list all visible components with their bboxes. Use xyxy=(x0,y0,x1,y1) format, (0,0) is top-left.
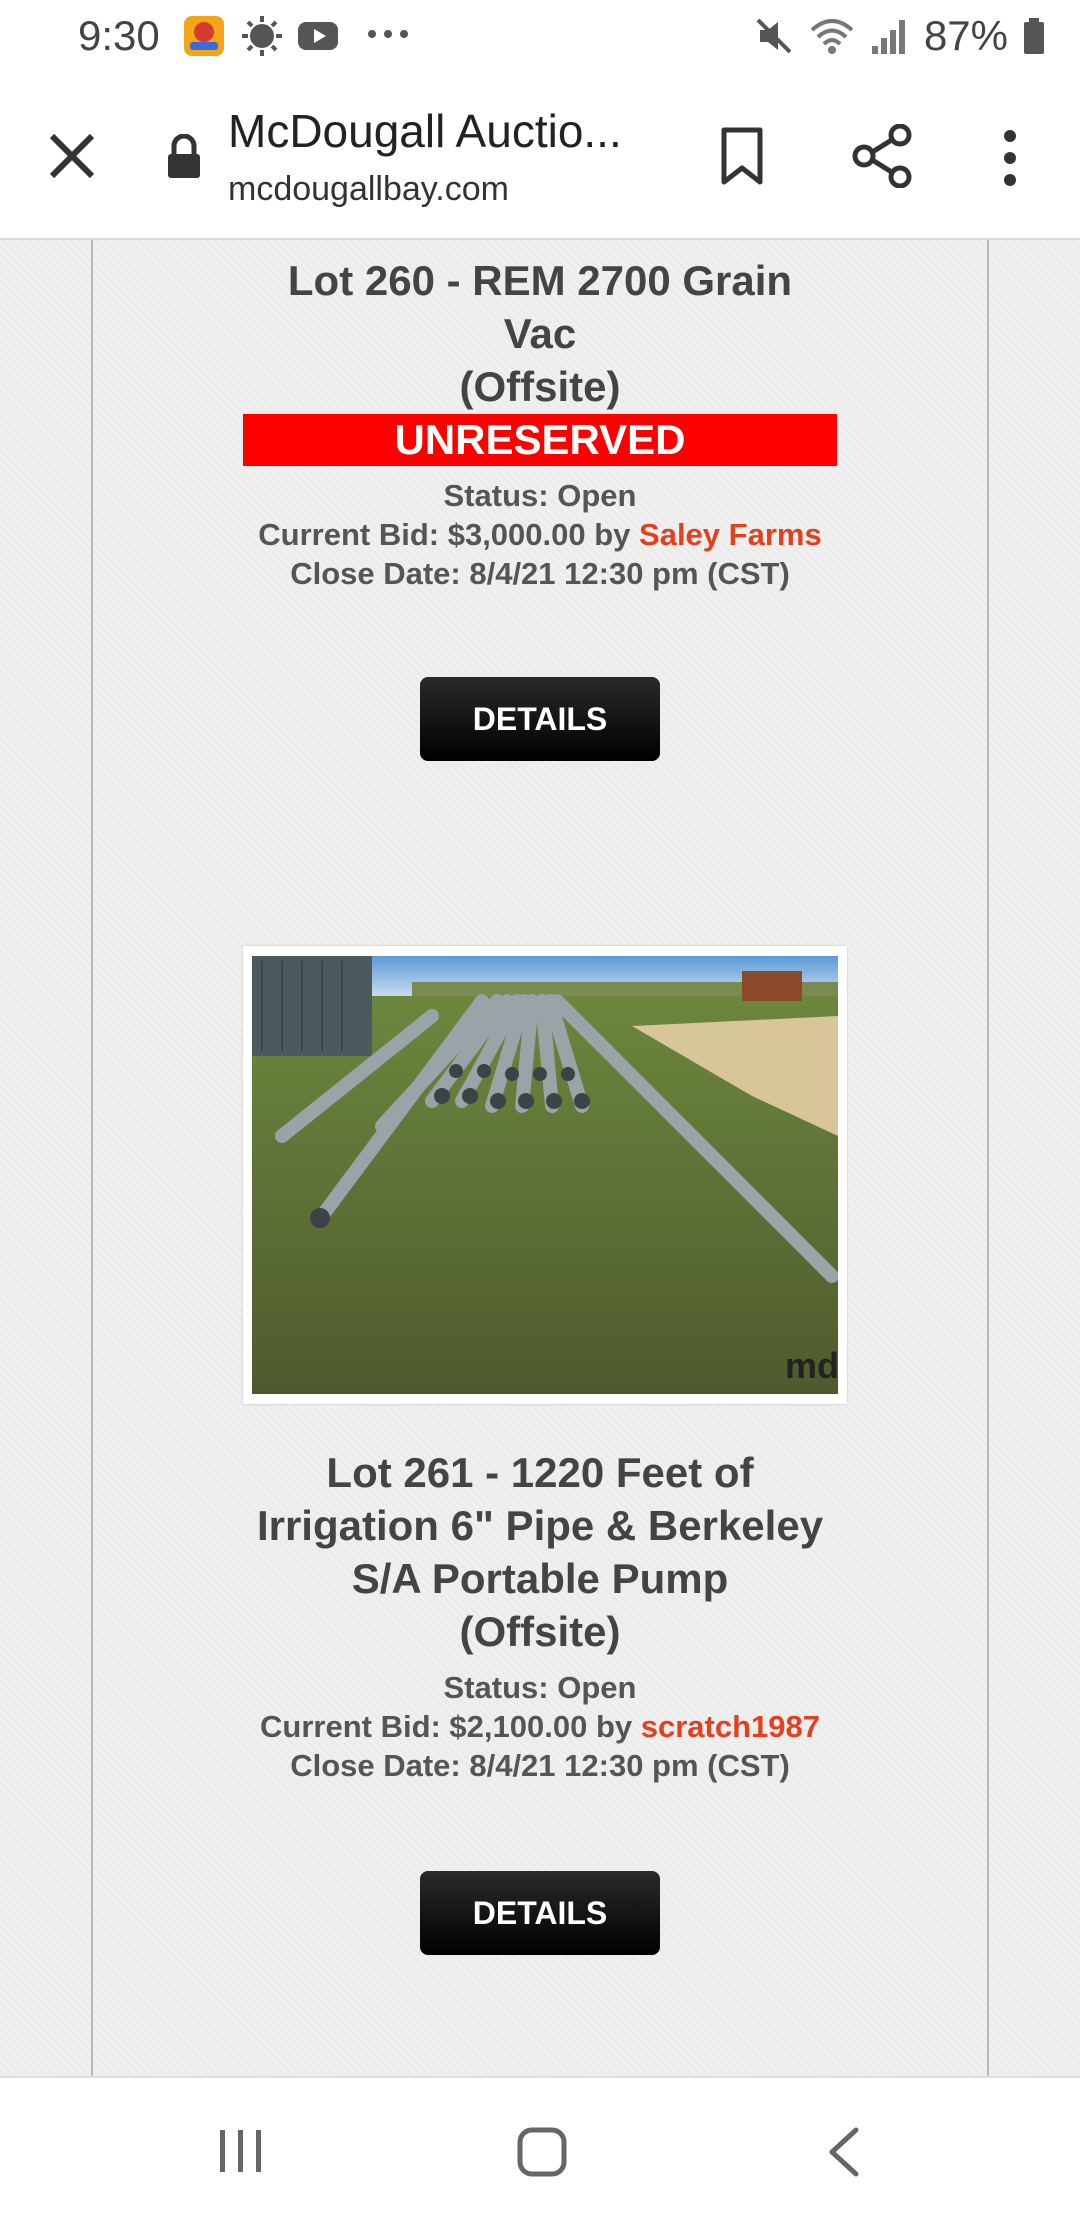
wifi-icon xyxy=(810,19,854,54)
status-bar: 9:30 87% xyxy=(0,0,1080,76)
lot-close-date: Close Date: 8/4/21 12:30 pm (CST) xyxy=(290,1748,790,1783)
url-text[interactable]: mcdougallbay.com xyxy=(228,170,509,209)
lot-status: Status: Open xyxy=(443,1670,637,1705)
battery-icon xyxy=(1024,18,1044,54)
content-border-right xyxy=(987,240,989,2076)
system-nav-bar xyxy=(0,2076,1080,2222)
share-icon[interactable] xyxy=(852,124,912,188)
battery-percent: 87% xyxy=(923,12,1008,59)
weather-icon xyxy=(242,16,282,56)
more-vert-icon[interactable] xyxy=(996,128,1024,188)
back-icon[interactable] xyxy=(826,2126,862,2178)
details-button[interactable]: DETAILS xyxy=(420,1871,660,1955)
signal-icon xyxy=(871,20,905,54)
status-time: 9:30 xyxy=(78,12,160,59)
photo-watermark: md xyxy=(785,1345,838,1386)
lot-title-line: Irrigation 6" Pipe & Berkeley xyxy=(256,1502,824,1549)
lot-title-line: (Offsite) xyxy=(459,363,621,410)
lot-info: Status: Open Current Bid: $2,100.00 by s… xyxy=(180,1668,900,1785)
lot-title[interactable]: Lot 261 - 1220 Feet of Irrigation 6" Pip… xyxy=(180,1446,900,1658)
close-icon[interactable] xyxy=(42,126,102,186)
lot-title-line: S/A Portable Pump xyxy=(351,1555,729,1602)
status-right-group: 87% xyxy=(754,12,1046,60)
lot-current-bid: Current Bid: $2,100.00 by scratch1987 xyxy=(180,1707,900,1746)
bookmark-icon[interactable] xyxy=(714,126,770,186)
lot-close-date: Close Date: 8/4/21 12:30 pm (CST) xyxy=(290,556,790,591)
lot-title-line: Lot 261 - 1220 Feet of xyxy=(326,1449,754,1496)
page-content[interactable]: Lot 260 - REM 2700 Grain Vac (Offsite) U… xyxy=(0,240,1080,2076)
bid-label: Current Bid: $2,100.00 by xyxy=(260,1709,641,1744)
lot-title-line: Lot 260 - REM 2700 Grain xyxy=(287,257,793,304)
youtube-icon xyxy=(298,22,338,50)
mute-icon xyxy=(756,18,792,54)
page-title[interactable]: McDougall Auctio... xyxy=(228,104,622,158)
lot-info: Status: Open Current Bid: $3,000.00 by S… xyxy=(180,476,900,593)
lot-photo-image: md xyxy=(252,956,838,1394)
lot-title[interactable]: Lot 260 - REM 2700 Grain Vac (Offsite) xyxy=(180,254,900,413)
game-app-icon xyxy=(184,16,224,56)
lock-icon xyxy=(168,134,200,178)
unreserved-badge: UNRESERVED xyxy=(243,414,837,466)
bid-label: Current Bid: $3,000.00 by xyxy=(258,517,640,552)
more-notifications-icon xyxy=(368,30,408,38)
lot-title-line: Vac xyxy=(503,310,577,357)
content-border-left xyxy=(91,240,93,2076)
browser-toolbar: McDougall Auctio... mcdougallbay.com xyxy=(0,76,1080,240)
details-button[interactable]: DETAILS xyxy=(420,677,660,761)
lot-status: Status: Open xyxy=(443,478,637,513)
bidder-link[interactable]: Saley Farms xyxy=(639,517,822,552)
bidder-link[interactable]: scratch1987 xyxy=(641,1709,820,1744)
lot-title-line: (Offsite) xyxy=(459,1608,621,1655)
home-icon[interactable] xyxy=(516,2126,568,2178)
recents-icon[interactable] xyxy=(216,2128,266,2174)
lot-photo[interactable]: md xyxy=(243,946,847,1404)
lot-current-bid: Current Bid: $3,000.00 by Saley Farms xyxy=(180,515,900,554)
